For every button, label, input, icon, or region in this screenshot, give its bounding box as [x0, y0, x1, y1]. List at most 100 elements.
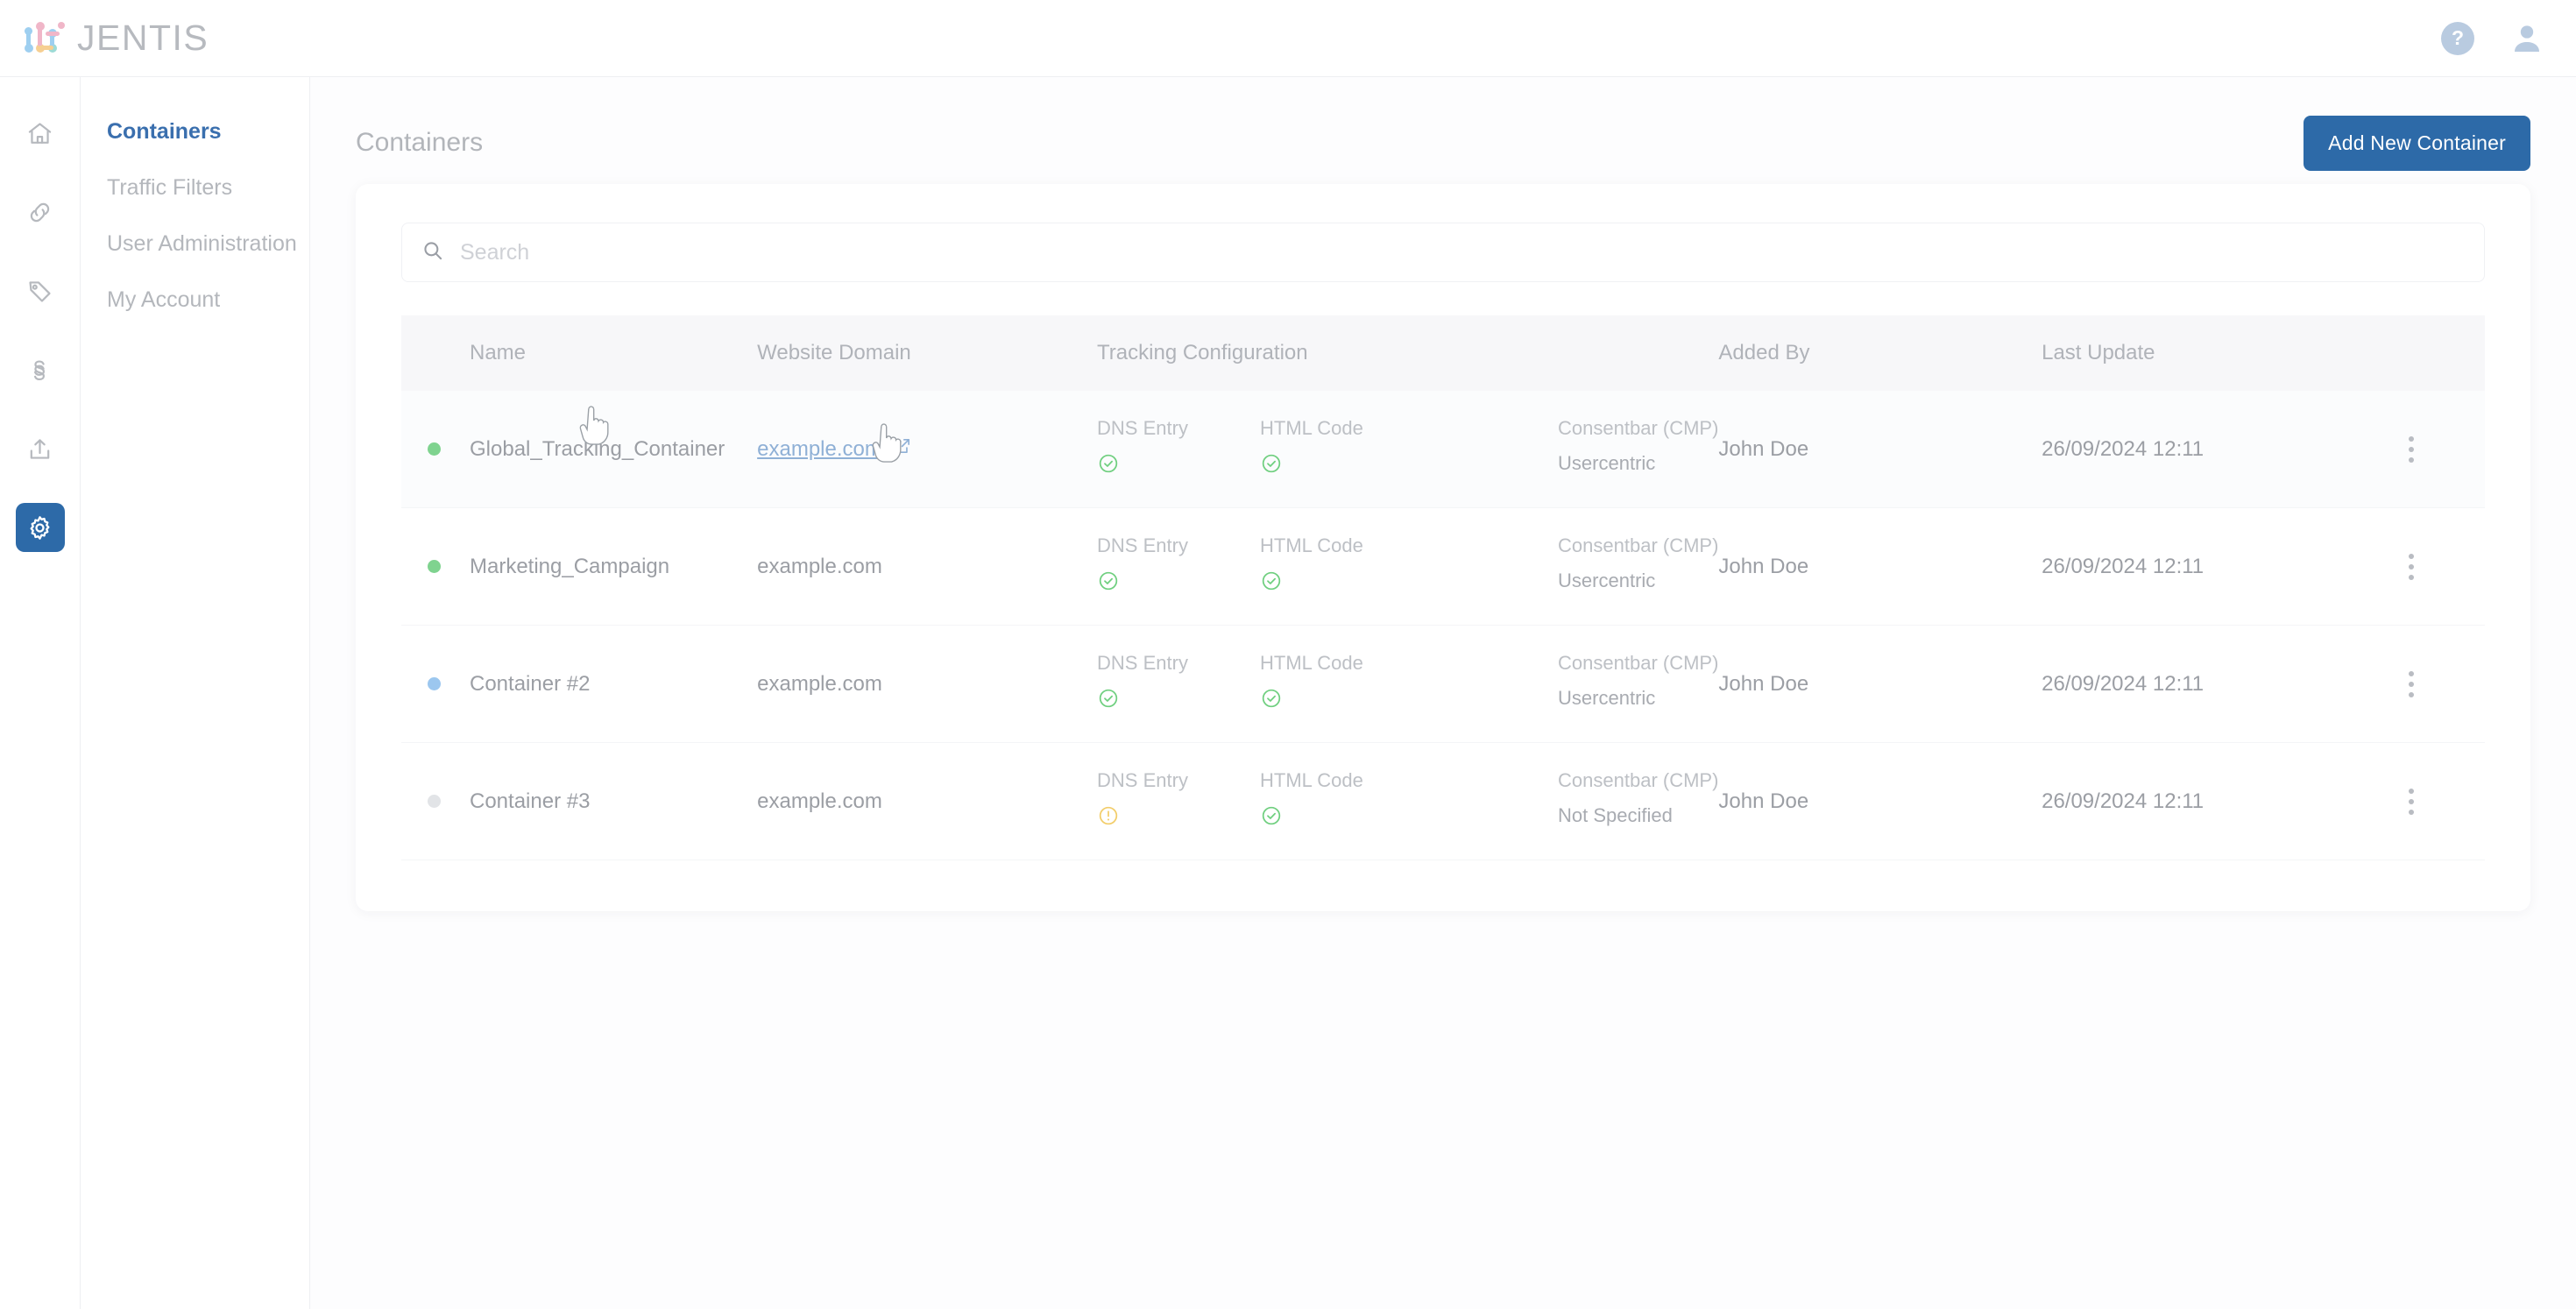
- gear-icon[interactable]: [16, 503, 65, 552]
- cell-name: Container #3: [401, 743, 757, 860]
- sidebar-item-traffic-filters[interactable]: Traffic Filters: [81, 170, 309, 226]
- tracking-html-code: HTML Code: [1260, 417, 1558, 481]
- link-icon[interactable]: [16, 188, 65, 237]
- cell-added-by: John Doe: [1718, 508, 2042, 626]
- tracking-consentbar: Consentbar (CMP) Usercentric: [1558, 417, 1718, 475]
- sidebar-item-user-administration[interactable]: User Administration: [81, 226, 309, 282]
- tracking-html-code: HTML Code: [1260, 769, 1558, 833]
- column-header-name[interactable]: Name: [401, 315, 757, 391]
- containers-table: Name Website Domain Tracking Configurati…: [401, 315, 2485, 860]
- kebab-menu-icon[interactable]: [2385, 554, 2438, 580]
- dns-entry-label: DNS Entry: [1097, 652, 1260, 675]
- table-row[interactable]: Container #3 example.com DNS Entry HTML …: [401, 743, 2485, 860]
- check-circle-icon: [1260, 452, 1558, 481]
- brand-logo[interactable]: JENTIS: [25, 18, 209, 59]
- consentbar-label: Consentbar (CMP): [1558, 652, 1718, 675]
- container-name: Container #3: [470, 789, 590, 814]
- check-circle-icon: [1260, 570, 1558, 598]
- website-domain-text: example.com: [757, 555, 882, 578]
- tracking-dns-entry: DNS Entry: [1097, 534, 1260, 598]
- sidebar-item-label: User Administration: [107, 231, 297, 256]
- added-by-value: John Doe: [1718, 555, 1808, 578]
- home-icon[interactable]: [16, 109, 65, 158]
- user-avatar-icon[interactable]: [2509, 21, 2544, 56]
- status-dot-draft: [428, 677, 441, 690]
- sidebar-item-label: Containers: [107, 119, 222, 144]
- kebab-menu-icon[interactable]: [2385, 671, 2438, 697]
- container-name: Container #2: [470, 672, 590, 697]
- html-code-label: HTML Code: [1260, 652, 1558, 675]
- consentbar-value: Usercentric: [1558, 452, 1718, 475]
- top-bar-actions: ?: [2441, 21, 2544, 56]
- page-title: Containers: [356, 128, 483, 158]
- tracking-html-code: HTML Code: [1260, 534, 1558, 598]
- search-input[interactable]: [444, 240, 2484, 265]
- tracking-dns-entry: DNS Entry: [1097, 417, 1260, 481]
- sidebar-item-containers[interactable]: Containers: [81, 114, 309, 170]
- cell-website-domain: example.com: [757, 508, 1097, 626]
- tag-icon[interactable]: [16, 266, 65, 315]
- cell-tracking-configuration: DNS Entry HTML Code Consentbar (CMP) Use…: [1097, 391, 1718, 508]
- table-header: Name Website Domain Tracking Configurati…: [401, 315, 2485, 391]
- kebab-menu-icon[interactable]: [2385, 436, 2438, 463]
- column-header-added-by[interactable]: Added By: [1718, 315, 2042, 391]
- status-dot-inactive: [428, 795, 441, 808]
- upload-icon[interactable]: [16, 424, 65, 473]
- website-domain-link[interactable]: example.com: [757, 436, 912, 462]
- icon-rail: [0, 77, 81, 1309]
- table-header-row: Name Website Domain Tracking Configurati…: [401, 315, 2485, 391]
- last-update-value: 26/09/2024 12:11: [2042, 789, 2204, 813]
- container-name: Marketing_Campaign: [470, 555, 669, 579]
- consentbar-value: Not Specified: [1558, 804, 1718, 827]
- table-row[interactable]: Marketing_Campaign example.com DNS Entry…: [401, 508, 2485, 626]
- table-row[interactable]: Container #2 example.com DNS Entry HTML …: [401, 626, 2485, 743]
- table-row[interactable]: Global_Tracking_Container example.com DN…: [401, 391, 2485, 508]
- column-header-tracking[interactable]: Tracking Configuration: [1097, 315, 1718, 391]
- html-code-label: HTML Code: [1260, 534, 1558, 557]
- dns-entry-label: DNS Entry: [1097, 769, 1260, 792]
- top-bar: JENTIS ?: [0, 0, 2576, 77]
- tracking-consentbar: Consentbar (CMP) Not Specified: [1558, 769, 1718, 827]
- column-header-actions: [2385, 315, 2485, 391]
- column-header-last-update[interactable]: Last Update: [2042, 315, 2385, 391]
- kebab-menu-icon[interactable]: [2385, 789, 2438, 815]
- search-bar[interactable]: [401, 223, 2485, 282]
- page-header: Containers Add New Container: [310, 77, 2576, 173]
- added-by-value: John Doe: [1718, 437, 1808, 461]
- cell-website-domain: example.com: [757, 743, 1097, 860]
- website-domain-text: example.com: [757, 789, 882, 813]
- cell-last-update: 26/09/2024 12:11: [2042, 391, 2385, 508]
- warning-circle-icon: [1097, 804, 1260, 833]
- consentbar-label: Consentbar (CMP): [1558, 417, 1718, 440]
- jentis-logo-mark: [25, 20, 65, 57]
- check-circle-icon: [1097, 570, 1260, 598]
- tracking-consentbar: Consentbar (CMP) Usercentric: [1558, 652, 1718, 710]
- cell-last-update: 26/09/2024 12:11: [2042, 626, 2385, 743]
- section-icon[interactable]: [16, 345, 65, 394]
- tracking-dns-entry: DNS Entry: [1097, 769, 1260, 833]
- table-body: Global_Tracking_Container example.com DN…: [401, 391, 2485, 860]
- question-mark-icon[interactable]: ?: [2441, 22, 2474, 55]
- sidebar-item-my-account[interactable]: My Account: [81, 282, 309, 338]
- added-by-value: John Doe: [1718, 789, 1808, 813]
- sidebar-item-label: Traffic Filters: [107, 175, 232, 200]
- last-update-value: 26/09/2024 12:11: [2042, 555, 2204, 578]
- tracking-dns-entry: DNS Entry: [1097, 652, 1260, 716]
- check-circle-icon: [1097, 452, 1260, 481]
- cell-added-by: John Doe: [1718, 626, 2042, 743]
- consentbar-label: Consentbar (CMP): [1558, 534, 1718, 557]
- add-new-container-button[interactable]: Add New Container: [2304, 116, 2530, 171]
- consentbar-label: Consentbar (CMP): [1558, 769, 1718, 792]
- column-header-domain[interactable]: Website Domain: [757, 315, 1097, 391]
- dns-entry-label: DNS Entry: [1097, 417, 1260, 440]
- html-code-label: HTML Code: [1260, 417, 1558, 440]
- last-update-value: 26/09/2024 12:11: [2042, 672, 2204, 696]
- tracking-consentbar: Consentbar (CMP) Usercentric: [1558, 534, 1718, 592]
- cell-name: Container #2: [401, 626, 757, 743]
- html-code-label: HTML Code: [1260, 769, 1558, 792]
- cell-actions: [2385, 626, 2485, 743]
- added-by-value: John Doe: [1718, 672, 1808, 696]
- secondary-sidebar: Containers Traffic Filters User Administ…: [81, 77, 310, 1309]
- tracking-html-code: HTML Code: [1260, 652, 1558, 716]
- last-update-value: 26/09/2024 12:11: [2042, 437, 2204, 461]
